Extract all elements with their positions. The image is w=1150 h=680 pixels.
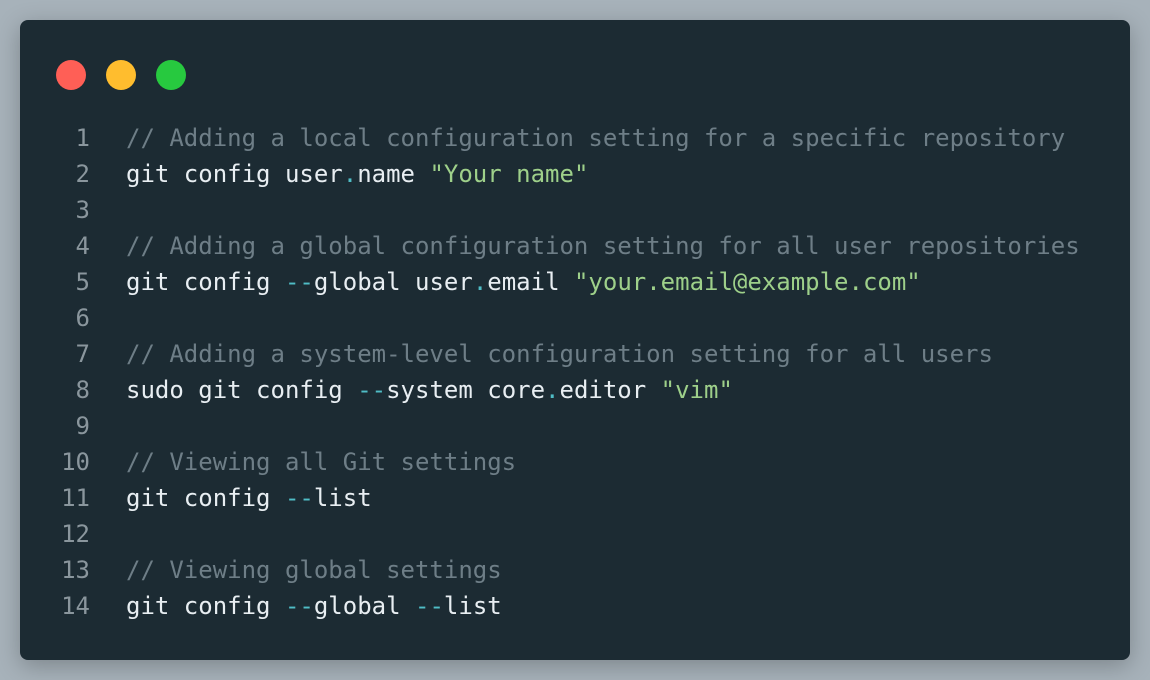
line-content: // Adding a local configuration setting … <box>126 120 1065 156</box>
code-string: "vim" <box>660 376 733 404</box>
code-text: system core <box>386 376 546 404</box>
code-comment: // Adding a global configuration setting… <box>126 232 1080 260</box>
line-number: 11 <box>61 484 90 512</box>
line-number: 13 <box>61 556 90 584</box>
code-comment: // Viewing global settings <box>126 556 502 584</box>
code-comment: // Adding a system-level configuration s… <box>126 340 993 368</box>
code-punctuation: . <box>342 160 358 188</box>
code-text: list <box>443 592 502 620</box>
code-text: global user <box>313 268 473 296</box>
code-line: 1 // Adding a local configuration setting… <box>20 120 1130 156</box>
code-text: editor <box>559 376 661 404</box>
code-line: 2 git config user.name "Your name" <box>20 156 1130 192</box>
code-punctuation: . <box>472 268 488 296</box>
code-text: git config <box>126 592 285 620</box>
line-content: // Adding a system-level configuration s… <box>126 336 993 372</box>
line-content: sudo git config --system core.editor "vi… <box>126 372 733 408</box>
line-number: 1 <box>75 124 90 152</box>
code-line: 12 <box>20 516 1130 552</box>
code-punctuation: -- <box>284 268 314 296</box>
code-text: git config <box>126 268 285 296</box>
code-string: "Your name" <box>429 160 589 188</box>
code-line: 9 <box>20 408 1130 444</box>
code-window: 1 // Adding a local configuration setting… <box>20 20 1130 660</box>
line-number: 2 <box>75 160 90 188</box>
code-punctuation: -- <box>415 592 444 620</box>
line-content: git config user.name "Your name" <box>126 156 588 192</box>
line-number: 7 <box>75 340 90 368</box>
code-line: 7 // Adding a system-level configuration … <box>20 336 1130 372</box>
code-line: 3 <box>20 192 1130 228</box>
line-number: 10 <box>61 448 90 476</box>
line-number: 3 <box>75 196 90 224</box>
code-punctuation: -- <box>284 592 314 620</box>
code-punctuation: . <box>545 376 560 404</box>
code-text: name <box>357 160 430 188</box>
minimize-button[interactable] <box>106 60 136 90</box>
code-comment: // Viewing all Git settings <box>126 448 517 476</box>
line-content: // Viewing global settings <box>126 552 502 588</box>
line-number: 14 <box>61 592 90 620</box>
code-line: 14 git config --global --list <box>20 588 1130 624</box>
code-line: 5 git config --global user.email "your.em… <box>20 264 1130 300</box>
line-number: 9 <box>75 412 90 440</box>
code-text: git config user <box>126 160 343 188</box>
code-line: 6 <box>20 300 1130 336</box>
code-punctuation: -- <box>357 376 387 404</box>
line-content: git config --global --list <box>126 588 502 624</box>
code-punctuation: -- <box>284 484 314 512</box>
line-number: 4 <box>75 232 90 260</box>
code-line: 8 sudo git config --system core.editor "v… <box>20 372 1130 408</box>
line-number: 6 <box>75 304 90 332</box>
code-line: 4 // Adding a global configuration settin… <box>20 228 1130 264</box>
code-text: list <box>313 484 372 512</box>
line-content: // Viewing all Git settings <box>126 444 516 480</box>
line-number: 12 <box>61 520 90 548</box>
code-text: sudo git config <box>126 376 358 404</box>
zoom-button[interactable] <box>156 60 186 90</box>
code-text: email <box>487 268 574 296</box>
line-number: 8 <box>75 376 90 404</box>
close-button[interactable] <box>56 60 86 90</box>
line-content: // Adding a global configuration setting… <box>126 228 1080 264</box>
code-text: git config <box>126 484 285 512</box>
code-block: 1 // Adding a local configuration setting… <box>20 120 1130 624</box>
code-line: 10 // Viewing all Git settings <box>20 444 1130 480</box>
line-number: 5 <box>75 268 90 296</box>
line-content: git config --global user.email "your.ema… <box>126 264 921 300</box>
code-text: global <box>313 592 416 620</box>
code-comment: // Adding a local configuration setting … <box>126 124 1066 152</box>
code-line: 13 // Viewing global settings <box>20 552 1130 588</box>
line-content: git config --list <box>126 480 372 516</box>
code-line: 11 git config --list <box>20 480 1130 516</box>
code-string: "your.email@example.com" <box>573 268 921 296</box>
